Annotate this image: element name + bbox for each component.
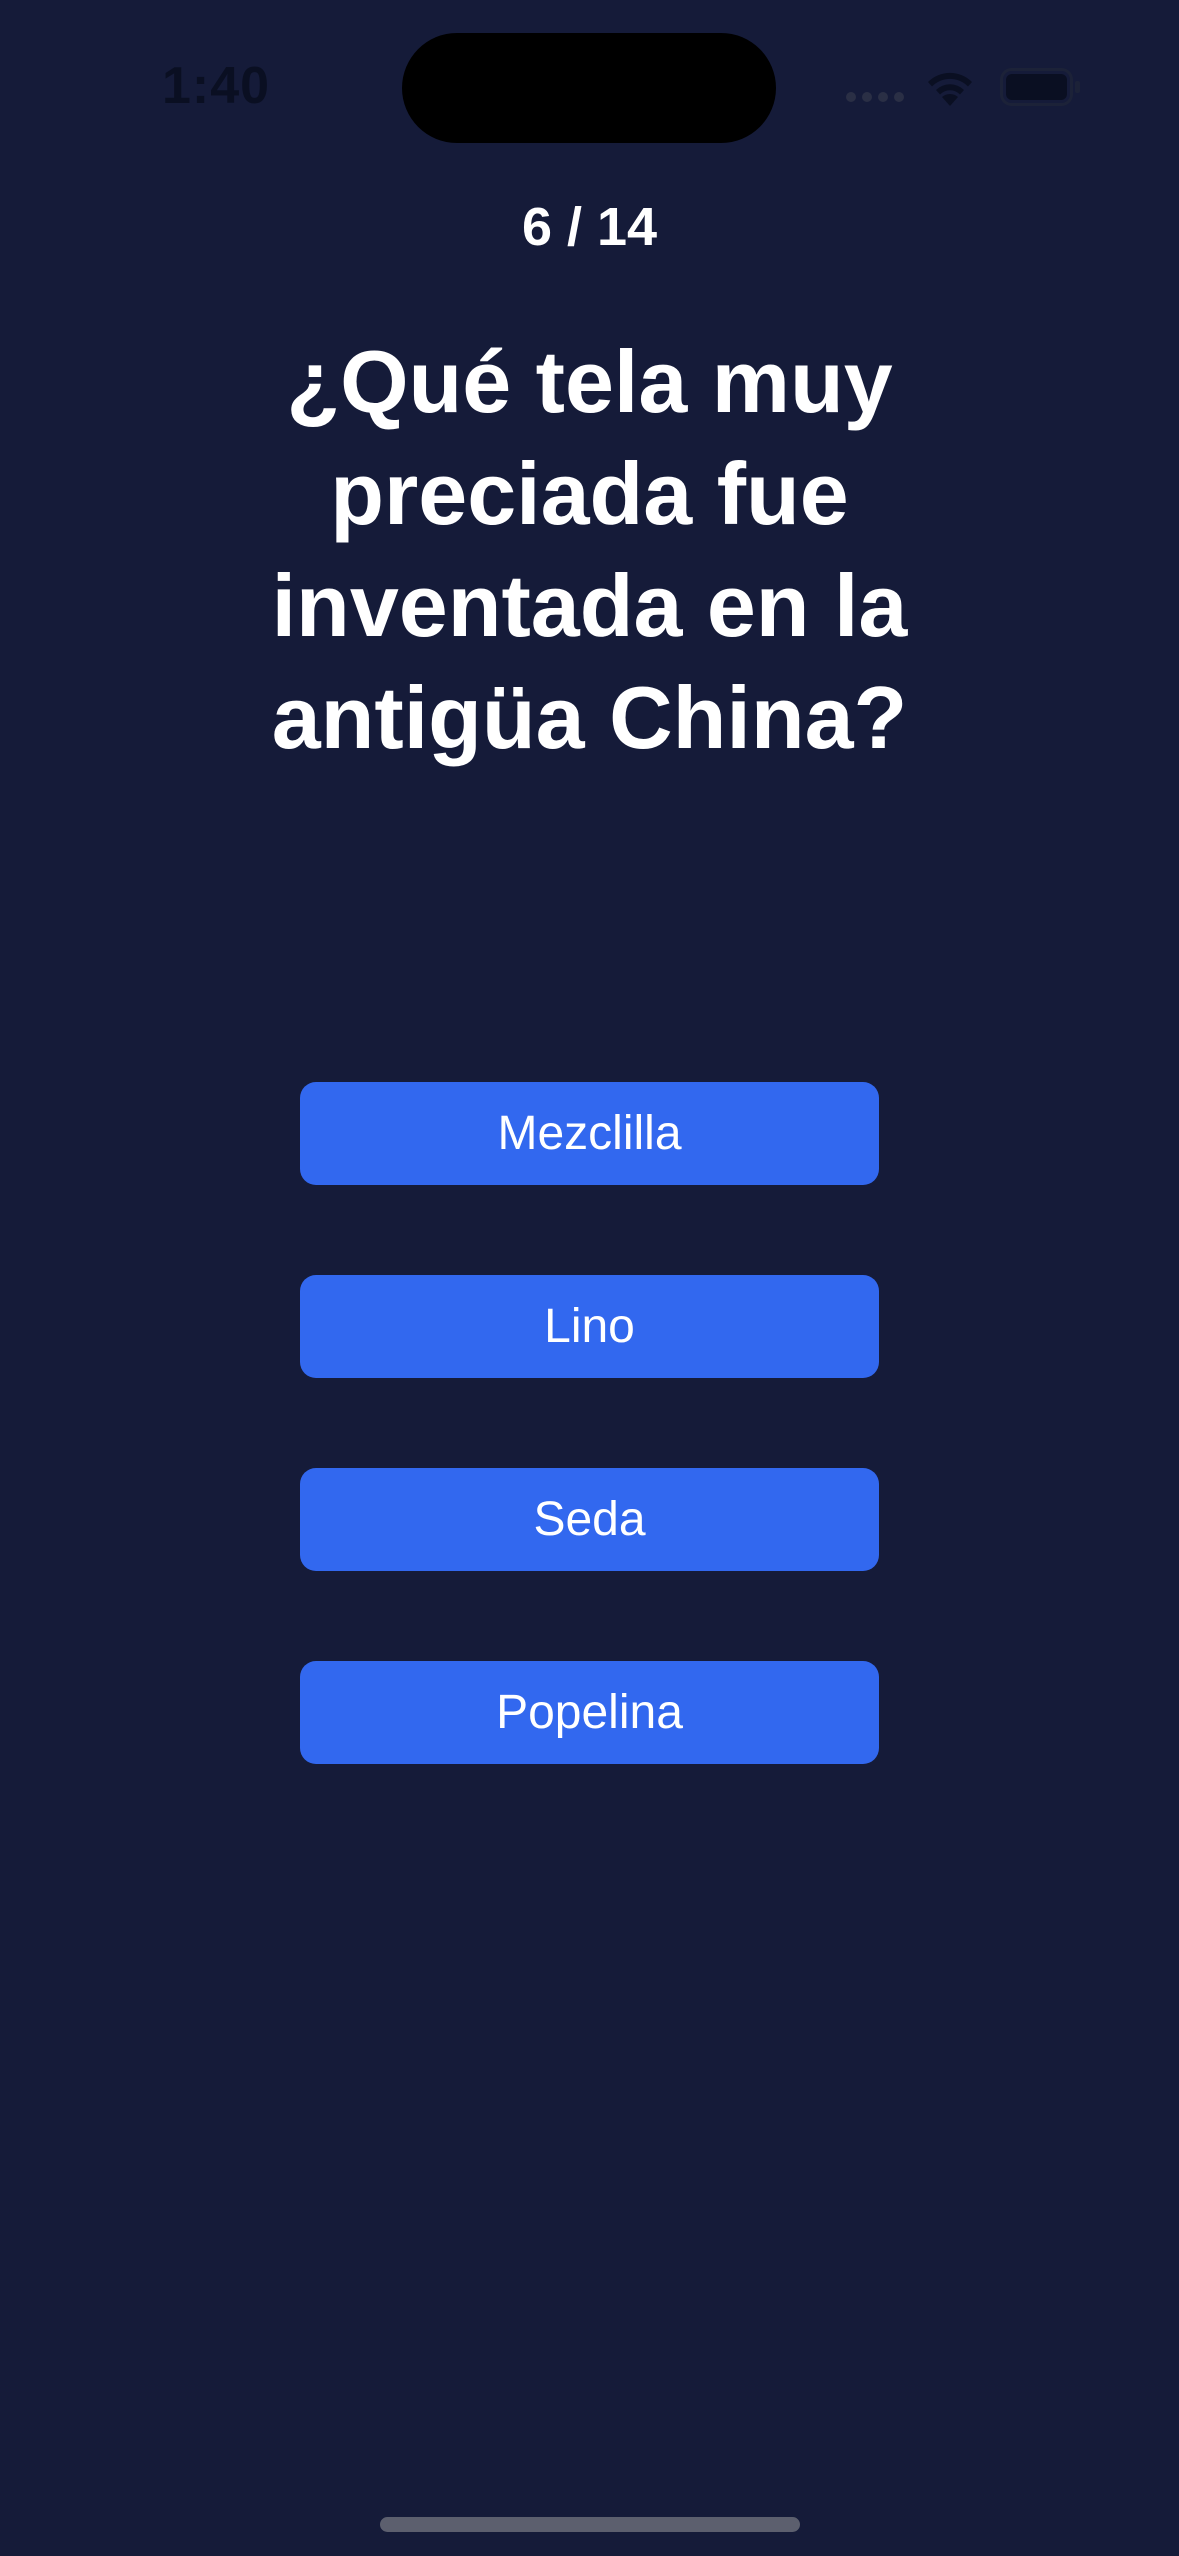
question-counter: 6 / 14 [521, 197, 658, 257]
answer-button-popelina[interactable]: Popelina [300, 1661, 879, 1764]
dynamic-island [402, 33, 776, 143]
status-time: 1:40 [162, 57, 271, 115]
answer-button-lino[interactable]: Lino [300, 1275, 879, 1378]
signal-icon [846, 92, 906, 104]
question-text: ¿Qué tela muy preciada fue inventada en … [271, 332, 908, 767]
answer-list: Mezclilla Lino Seda Popelina [300, 1082, 879, 1854]
battery-icon [1000, 68, 1080, 106]
answer-button-mezclilla[interactable]: Mezclilla [300, 1082, 879, 1185]
status-bar: 1:40 [0, 0, 1179, 180]
answer-button-seda[interactable]: Seda [300, 1468, 879, 1571]
wifi-icon [928, 72, 972, 106]
home-indicator[interactable] [380, 2517, 800, 2532]
